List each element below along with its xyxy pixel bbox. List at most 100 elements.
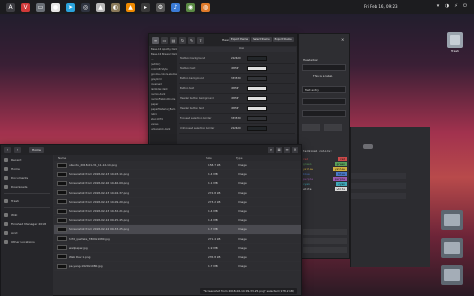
button-b[interactable] bbox=[324, 124, 342, 131]
chrome-icon[interactable]: ◉ bbox=[186, 2, 195, 12]
sidebar-item-documents[interactable]: Documents bbox=[1, 173, 53, 182]
close-icon[interactable]: × bbox=[341, 37, 346, 42]
color-swatch[interactable] bbox=[247, 56, 267, 61]
table-row[interactable]: Screenshot from 2018-02-13 10-03-11.png 1… bbox=[54, 170, 301, 180]
color-row[interactable]: Button background 333539 bbox=[179, 74, 295, 84]
clock[interactable]: Fri Feb 16, 09:23 bbox=[364, 4, 398, 9]
tab-2[interactable]: Export theme bbox=[272, 37, 294, 42]
edit-button[interactable]: ✎ bbox=[188, 36, 195, 44]
color-swatch[interactable] bbox=[247, 66, 267, 71]
desktop-folder-icon[interactable] bbox=[441, 210, 463, 230]
sidebar-item-downloads[interactable]: Downloads bbox=[1, 182, 53, 191]
menu-icon[interactable]: ≡ bbox=[284, 147, 290, 153]
color-value[interactable]: 333539 bbox=[231, 117, 247, 120]
tab-1[interactable]: Select theme bbox=[251, 37, 272, 42]
color-swatch[interactable] bbox=[247, 126, 267, 131]
open-button[interactable]: ▭ bbox=[161, 36, 168, 44]
color-swatch[interactable] bbox=[247, 96, 267, 101]
second-entry[interactable] bbox=[302, 98, 346, 105]
color-row[interactable]: Unfocused selection border 222629 bbox=[179, 124, 295, 134]
table-row[interactable]: Screenshot from 2018-02-13 10-09-20.png 2… bbox=[54, 198, 301, 207]
steam-icon[interactable]: ◎ bbox=[81, 2, 90, 12]
chat-icon[interactable]: ● bbox=[51, 2, 60, 12]
column-name[interactable]: Name bbox=[54, 156, 206, 160]
sidebar-item-wiki[interactable]: Wiki bbox=[1, 210, 53, 219]
battery-icon[interactable]: ⚡ bbox=[453, 3, 459, 10]
power-icon[interactable]: ⏻ bbox=[462, 3, 468, 10]
sidebar-item-finished-manager-2018[interactable]: Finished Manager 2018 bbox=[1, 219, 53, 228]
sidebar-item-other-locations[interactable]: Other Locations bbox=[1, 237, 53, 246]
sidebar-item-acid[interactable]: Acid bbox=[1, 228, 53, 237]
color-swatch[interactable] bbox=[247, 86, 267, 91]
inkscape-icon[interactable]: ▲ bbox=[96, 2, 105, 12]
refresh-button[interactable]: ↻ bbox=[179, 36, 186, 44]
search-icon[interactable]: ⌕ bbox=[268, 147, 274, 153]
save-button[interactable]: ▤ bbox=[170, 36, 177, 44]
tab-0[interactable]: Export theme bbox=[229, 37, 251, 42]
color-row[interactable]: Header button text dfdfdf bbox=[179, 104, 295, 114]
color-swatch[interactable] bbox=[247, 76, 267, 81]
column-type[interactable]: Type bbox=[236, 156, 266, 160]
close-icon[interactable]: × bbox=[292, 147, 298, 153]
table-row[interactable]: Screenshot from 2018-02-14 09-25-45.png 1… bbox=[54, 216, 301, 226]
system-tray[interactable]: ▾ ◑ ⚡ ⏻ bbox=[435, 3, 468, 10]
color-value[interactable]: dfdfdf bbox=[231, 87, 247, 90]
vlc-icon[interactable]: ▲ bbox=[126, 2, 135, 12]
color-row[interactable]: Textbox text dfdfdf bbox=[179, 64, 295, 74]
settings-row[interactable] bbox=[351, 173, 406, 179]
sidebar-item-trash[interactable]: Trash bbox=[1, 196, 53, 205]
music-icon[interactable]: ♪ bbox=[171, 2, 180, 12]
telegram-icon[interactable]: ➤ bbox=[66, 2, 75, 12]
text-entry[interactable]: Text entry bbox=[302, 86, 346, 93]
color-value[interactable]: dfdfdf bbox=[231, 97, 247, 100]
vivaldi-icon[interactable]: V bbox=[21, 2, 30, 12]
color-value[interactable]: 333539 bbox=[231, 77, 247, 80]
color-row[interactable]: Focused selection border 333539 bbox=[179, 114, 295, 124]
menu-button[interactable]: ≡ bbox=[152, 36, 159, 44]
color-row[interactable]: Textbox background 222629 bbox=[179, 54, 295, 64]
third-entry[interactable] bbox=[302, 110, 346, 117]
table-row[interactable]: Screenshot from 2018-02-13 10-32-21.png 1… bbox=[54, 207, 301, 217]
table-row[interactable]: Screenshot from 2018-02-14 09-33-25.png 1… bbox=[54, 225, 301, 235]
sidebar-item-recent[interactable]: Recent bbox=[1, 155, 53, 164]
table-row[interactable]: pe-yang-1920x1080.jpg 1.7 MB Image bbox=[54, 262, 301, 272]
color-value[interactable]: 222629 bbox=[231, 57, 247, 60]
view-list-icon[interactable]: ≣ bbox=[276, 147, 282, 153]
color-value[interactable]: dfdfdf bbox=[231, 67, 247, 70]
export-button[interactable]: ⇪ bbox=[197, 36, 204, 44]
settings-row[interactable] bbox=[351, 193, 406, 199]
preset-item[interactable]: urbanslick-dark bbox=[150, 127, 177, 132]
sidebar-item-home[interactable]: Home bbox=[1, 164, 53, 173]
desktop-folder-icon[interactable] bbox=[441, 265, 463, 285]
files-icon[interactable]: ▭ bbox=[36, 2, 45, 12]
forward-button[interactable]: › bbox=[14, 147, 21, 153]
color-swatch[interactable] bbox=[247, 106, 267, 111]
table-row[interactable]: hi70_ipwfake_7809x1080.jpg 271.4 kB Image bbox=[54, 235, 301, 244]
gimp-icon[interactable]: ◐ bbox=[111, 2, 120, 12]
color-swatch[interactable] bbox=[247, 116, 267, 121]
terminal-icon[interactable]: ▸ bbox=[141, 2, 150, 12]
back-button[interactable]: ‹ bbox=[4, 147, 11, 153]
settings-row[interactable] bbox=[351, 183, 406, 189]
color-row[interactable]: Header button background dfdfdf bbox=[179, 94, 295, 104]
desktop-trash-icon[interactable]: Trash bbox=[444, 32, 466, 53]
settings-icon[interactable]: ⚙ bbox=[156, 2, 165, 12]
network-icon[interactable]: ▾ bbox=[435, 3, 441, 10]
toggle-switch[interactable] bbox=[363, 144, 373, 149]
table-row[interactable]: Screenshot from 2018-02-13 10-04-37.png 2… bbox=[54, 189, 301, 198]
button-a[interactable] bbox=[302, 124, 320, 131]
color-row[interactable]: Button text dfdfdf bbox=[179, 84, 295, 94]
column-size[interactable]: Size bbox=[206, 156, 236, 160]
entry-top[interactable] bbox=[302, 64, 346, 71]
volume-icon[interactable]: ◑ bbox=[444, 3, 450, 10]
table-row[interactable]: Web Dev 1.png 235.8 kB Image bbox=[54, 253, 301, 263]
table-row[interactable]: wallpaper.jpg 1.9 MB Image bbox=[54, 244, 301, 253]
table-row[interactable]: ubuntu_2018-01-31_11-12-14.png 158.7 kB Im… bbox=[54, 161, 301, 171]
path-bar[interactable]: Home bbox=[29, 147, 44, 153]
table-row[interactable]: Screenshot from 2018-02-16 10-46-09.png 1… bbox=[54, 179, 301, 189]
appstore-icon[interactable]: A bbox=[6, 2, 15, 12]
blender-icon[interactable]: ◍ bbox=[201, 2, 210, 12]
color-value[interactable]: dfdfdf bbox=[231, 107, 247, 110]
color-value[interactable]: 222629 bbox=[231, 127, 247, 130]
desktop-folder-icon[interactable] bbox=[441, 238, 463, 258]
